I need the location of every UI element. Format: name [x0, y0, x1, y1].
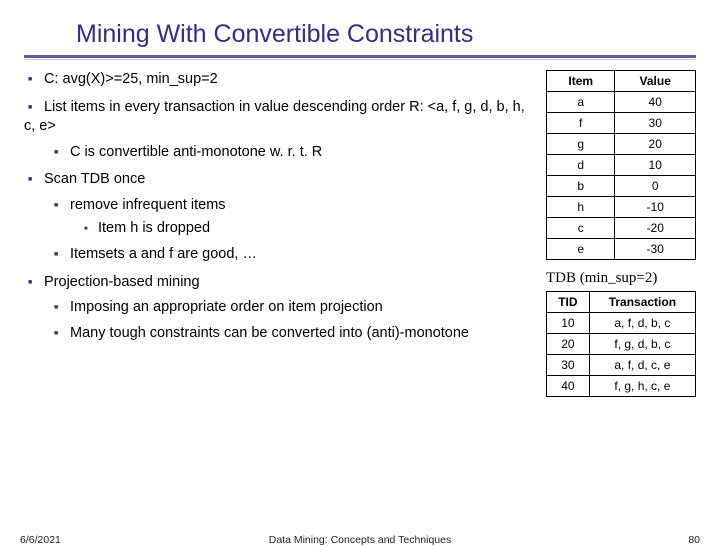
- cell-txn: a, f, d, b, c: [589, 313, 695, 334]
- bullet-2-1-text: C is convertible anti-monotone w. r. t. …: [70, 144, 322, 160]
- bullet-3-2: Itemsets a and f are good, …: [54, 245, 534, 265]
- tdb-caption: TDB (min_sup=2): [546, 270, 696, 287]
- cell-value: 10: [615, 155, 696, 176]
- bullet-4-2: Many tough constraints can be converted …: [54, 324, 534, 344]
- cell-tid: 30: [547, 355, 590, 376]
- table-row: b0: [547, 176, 696, 197]
- table-header-row: Item Value: [547, 71, 696, 92]
- bullet-2-1: C is convertible anti-monotone w. r. t. …: [54, 143, 534, 163]
- slide-title: Mining With Convertible Constraints: [76, 20, 696, 49]
- cell-txn: f, g, h, c, e: [589, 376, 695, 397]
- cell-value: 0: [615, 176, 696, 197]
- table-row: g20: [547, 134, 696, 155]
- bullet-3-text: Scan TDB once: [44, 171, 145, 187]
- bullet-3-2-text: Itemsets a and f are good, …: [70, 246, 257, 262]
- table-header-row: TID Transaction: [547, 292, 696, 313]
- table-row: e-30: [547, 239, 696, 260]
- bullet-list: C: avg(X)>=25, min_sup=2 List items in e…: [24, 70, 534, 343]
- bullet-3-1-1-text: Item h is dropped: [98, 220, 210, 236]
- bullet-4-2-text: Many tough constraints can be converted …: [70, 325, 469, 341]
- th-value: Value: [615, 71, 696, 92]
- cell-value: 20: [615, 134, 696, 155]
- bullet-2: List items in every transaction in value…: [24, 98, 534, 163]
- table-row: h-10: [547, 197, 696, 218]
- cell-tid: 20: [547, 334, 590, 355]
- bullet-3-1: remove infrequent items Item h is droppe…: [54, 196, 534, 239]
- cell-item: e: [547, 239, 615, 260]
- cell-tid: 10: [547, 313, 590, 334]
- cell-item: c: [547, 218, 615, 239]
- th-txn: Transaction: [589, 292, 695, 313]
- side-column: Item Value a40 f30 g20 d10 b0 h-10 c-20 …: [546, 70, 696, 407]
- th-tid: TID: [547, 292, 590, 313]
- bullet-4-1-text: Imposing an appropriate order on item pr…: [70, 299, 383, 315]
- bullet-3-1-1: Item h is dropped: [84, 219, 534, 239]
- cell-item: a: [547, 92, 615, 113]
- cell-value: 40: [615, 92, 696, 113]
- slide: Mining With Convertible Constraints C: a…: [0, 0, 720, 540]
- bullet-3: Scan TDB once remove infrequent items It…: [24, 170, 534, 264]
- cell-item: b: [547, 176, 615, 197]
- main-column: C: avg(X)>=25, min_sup=2 List items in e…: [24, 70, 538, 407]
- cell-txn: f, g, d, b, c: [589, 334, 695, 355]
- bullet-3-1-text: remove infrequent items: [70, 197, 226, 213]
- table-row: 20f, g, d, b, c: [547, 334, 696, 355]
- title-rule: [24, 55, 696, 60]
- footer-center: Data Mining: Concepts and Techniques: [0, 534, 720, 546]
- cell-tid: 40: [547, 376, 590, 397]
- footer-page-number: 80: [688, 534, 700, 546]
- table-row: f30: [547, 113, 696, 134]
- cell-txn: a, f, d, c, e: [589, 355, 695, 376]
- content-wrap: C: avg(X)>=25, min_sup=2 List items in e…: [24, 70, 696, 407]
- bullet-2-text: List items in every transaction in value…: [24, 99, 525, 135]
- cell-value: -30: [615, 239, 696, 260]
- table-row: 10a, f, d, b, c: [547, 313, 696, 334]
- bullet-1: C: avg(X)>=25, min_sup=2: [24, 70, 534, 90]
- table-row: 40f, g, h, c, e: [547, 376, 696, 397]
- table-row: 30a, f, d, c, e: [547, 355, 696, 376]
- table-row: a40: [547, 92, 696, 113]
- cell-item: h: [547, 197, 615, 218]
- cell-item: f: [547, 113, 615, 134]
- cell-item: d: [547, 155, 615, 176]
- cell-item: g: [547, 134, 615, 155]
- cell-value: -20: [615, 218, 696, 239]
- bullet-1-text: C: avg(X)>=25, min_sup=2: [44, 71, 218, 87]
- table-row: c-20: [547, 218, 696, 239]
- cell-value: -10: [615, 197, 696, 218]
- table-row: d10: [547, 155, 696, 176]
- bullet-4-text: Projection-based mining: [44, 274, 200, 290]
- th-item: Item: [547, 71, 615, 92]
- item-value-table: Item Value a40 f30 g20 d10 b0 h-10 c-20 …: [546, 70, 696, 260]
- tdb-table: TID Transaction 10a, f, d, b, c 20f, g, …: [546, 291, 696, 397]
- bullet-4-1: Imposing an appropriate order on item pr…: [54, 298, 534, 318]
- cell-value: 30: [615, 113, 696, 134]
- bullet-4: Projection-based mining Imposing an appr…: [24, 273, 534, 344]
